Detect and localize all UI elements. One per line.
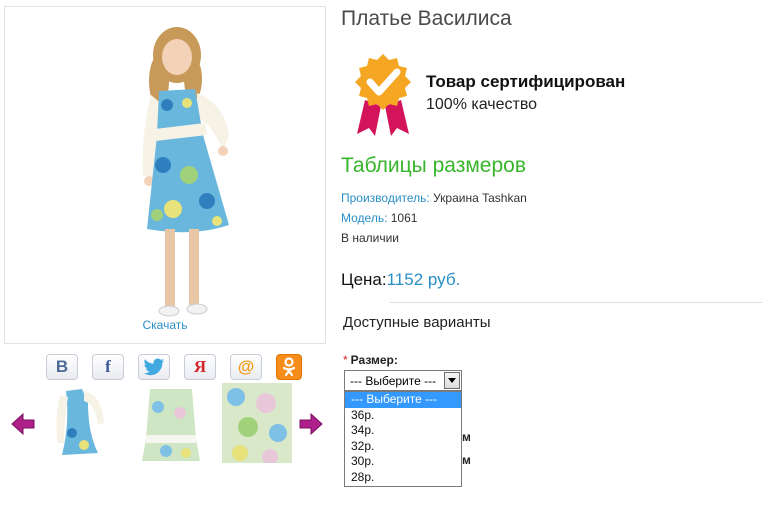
model-value: 1061 <box>387 211 418 225</box>
thumbnail-3[interactable] <box>222 383 292 463</box>
product-photo[interactable] <box>133 25 235 321</box>
social-share-bar: В f Я @ <box>46 354 302 380</box>
available-options-heading: Доступные варианты <box>343 314 491 331</box>
size-dropdown-list: --- Выберите --- 36р. 34р. 32р. 30р. 28р… <box>344 391 462 487</box>
mailru-share-icon[interactable]: @ <box>230 354 262 380</box>
twitter-share-icon[interactable] <box>138 354 170 380</box>
manufacturer-label[interactable]: Производитель: <box>341 191 430 205</box>
yandex-share-icon[interactable]: Я <box>184 354 216 380</box>
hidden-label-1: м <box>462 430 471 444</box>
dropdown-option[interactable]: 30р. <box>345 454 461 470</box>
manufacturer-value: Украина Tashkan <box>429 191 527 205</box>
size-tables-link[interactable]: Таблицы размеров <box>341 154 526 178</box>
dropdown-option[interactable]: 34р. <box>345 423 461 439</box>
certificate-title: Товар сертифицирован <box>426 72 626 91</box>
price-row: Цена:1152 руб. <box>341 270 460 290</box>
availability-status: В наличии <box>341 231 400 245</box>
product-title: Платье Василиса <box>341 7 512 30</box>
certificate-subtitle: 100% качество <box>426 96 538 113</box>
price-label: Цена: <box>341 270 387 289</box>
download-link[interactable]: Скачать <box>5 318 325 332</box>
arrow-left-icon[interactable] <box>10 412 36 436</box>
thumbnail-1[interactable] <box>52 383 122 463</box>
size-select-value: --- Выберите --- <box>350 374 437 388</box>
size-label: * Размер: <box>343 353 398 367</box>
vk-share-icon[interactable]: В <box>46 354 78 380</box>
arrow-right-icon[interactable] <box>298 412 324 436</box>
size-select[interactable]: --- Выберите --- <box>344 370 462 391</box>
dropdown-option[interactable]: 28р. <box>345 470 461 486</box>
required-mark: * <box>343 353 348 367</box>
model-row: Модель: 1061 <box>341 211 417 225</box>
price-value: 1152 руб. <box>386 270 461 289</box>
manufacturer-row: Производитель: Украина Tashkan <box>341 191 527 205</box>
chevron-down-icon[interactable] <box>444 372 460 389</box>
size-label-text: Размер: <box>350 353 398 367</box>
hidden-label-2: м <box>462 453 471 467</box>
thumbnail-2[interactable] <box>136 383 206 463</box>
dropdown-option[interactable]: 32р. <box>345 439 461 455</box>
certified-medal-icon <box>355 54 411 136</box>
dropdown-option[interactable]: 36р. <box>345 408 461 424</box>
odnoklassniki-share-icon[interactable] <box>276 354 302 380</box>
model-label: Модель: <box>341 211 388 225</box>
product-image-box: Скачать <box>4 6 326 344</box>
facebook-share-icon[interactable]: f <box>92 354 124 380</box>
divider <box>390 302 762 303</box>
dropdown-option[interactable]: --- Выберите --- <box>345 392 461 408</box>
